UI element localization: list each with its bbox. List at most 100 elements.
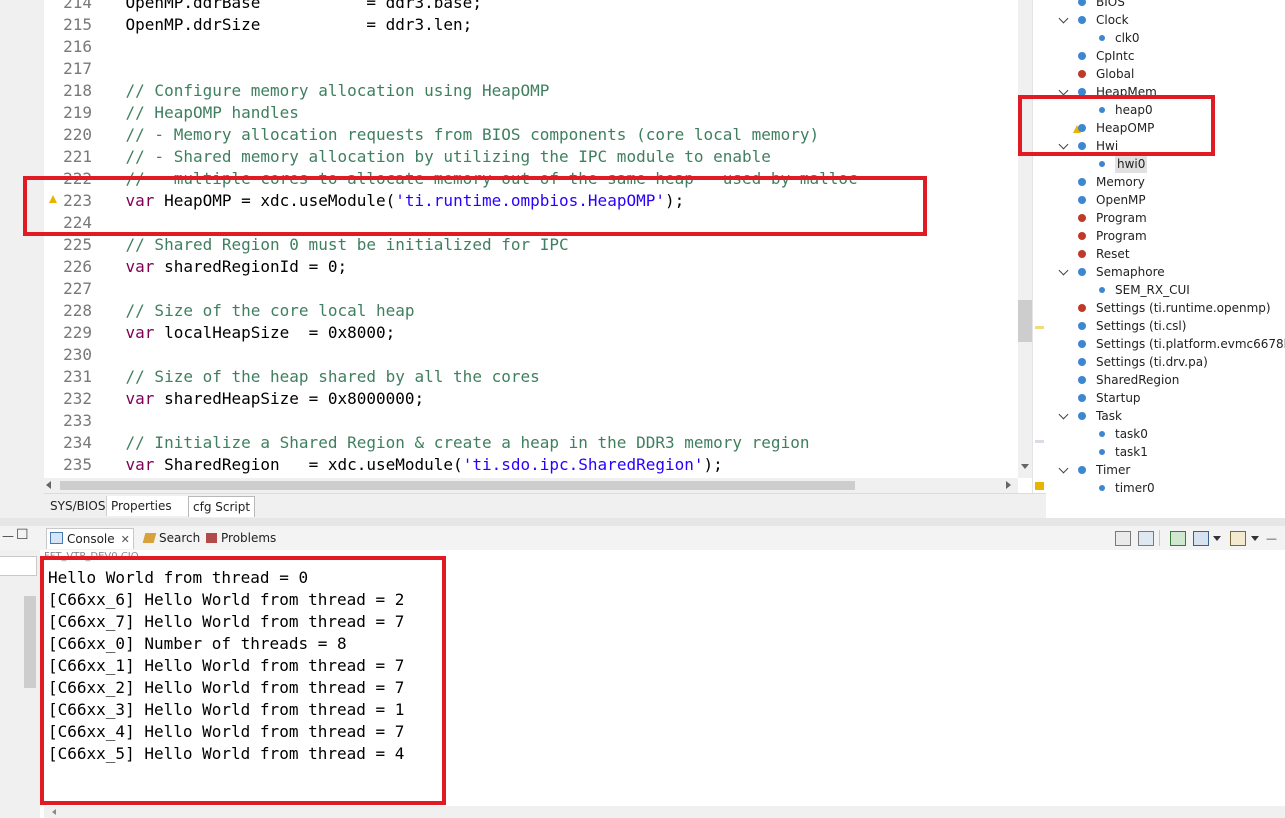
code-token: sharedHeapSize = 0x8000000; <box>154 389 425 408</box>
outline-item[interactable]: BIOS <box>1050 0 1285 11</box>
outline-item[interactable]: Task <box>1050 407 1285 425</box>
code-text: // Size of the heap shared by all the co… <box>87 366 540 388</box>
code-token: HeapOMP = xdc.useModule( <box>154 191 396 210</box>
panel-separator[interactable] <box>0 518 1285 526</box>
editor-vertical-scroll-thumb[interactable] <box>1018 300 1032 342</box>
tab-search[interactable]: Search <box>142 528 201 548</box>
outline-item[interactable]: Global <box>1050 65 1285 83</box>
warning-icon[interactable] <box>49 195 57 203</box>
outline-item[interactable]: CpIntc <box>1050 47 1285 65</box>
scroll-lock-icon[interactable] <box>1138 531 1154 546</box>
outline-item[interactable]: Semaphore <box>1050 263 1285 281</box>
outline-item-label: Task <box>1096 409 1122 423</box>
console-scroll-left-icon[interactable] <box>52 809 56 815</box>
outline-item[interactable]: Startup <box>1050 389 1285 407</box>
tab-properties[interactable]: Properties <box>106 496 193 516</box>
outline-item[interactable]: Hwi <box>1050 137 1285 155</box>
scroll-right-arrow-icon[interactable] <box>1006 481 1011 489</box>
display-console-icon[interactable] <box>1193 531 1209 546</box>
outline-item[interactable]: hwi0 <box>1050 155 1285 173</box>
outline-item[interactable]: HeapOMP <box>1050 119 1285 137</box>
outline-item-label: HeapMem <box>1096 85 1157 99</box>
tab-search-label: Search <box>159 531 201 545</box>
editor-horizontal-scroll-thumb[interactable] <box>60 481 855 490</box>
chevron-down-icon[interactable] <box>1058 13 1069 24</box>
open-console-icon[interactable] <box>1230 531 1246 546</box>
console-line: [C66xx_2] Hello World from thread = 7 <box>48 678 405 697</box>
outline-item[interactable]: Settings (ti.platform.evmc6678l) <box>1050 335 1285 353</box>
tab-cfg-script[interactable]: cfg Script <box>188 496 256 517</box>
maximize-button[interactable]: ☐ <box>16 527 29 543</box>
code-text: var HeapOMP = xdc.useModule('ti.runtime.… <box>87 190 685 212</box>
tab-console[interactable]: Console ✕ <box>46 528 134 549</box>
left-panel-field[interactable] <box>0 556 37 576</box>
line-number: 233 <box>63 411 92 430</box>
editor-vertical-scrollbar[interactable] <box>1018 0 1032 478</box>
display-console-dropdown-icon[interactable] <box>1213 536 1221 541</box>
line-number: 224 <box>63 213 92 232</box>
module-icon <box>1078 466 1086 474</box>
outline-item[interactable]: heap0 <box>1050 101 1285 119</box>
outline-item-label: OpenMP <box>1096 193 1146 207</box>
console-horizontal-scrollbar[interactable] <box>44 806 1285 818</box>
outline-item[interactable]: task0 <box>1050 425 1285 443</box>
code-text: // multiple cores to allocate memory out… <box>87 168 858 190</box>
chevron-down-icon[interactable] <box>1058 409 1069 420</box>
close-icon[interactable]: ✕ <box>121 533 130 546</box>
outline-item[interactable]: SharedRegion <box>1050 371 1285 389</box>
outline-item[interactable]: Memory <box>1050 173 1285 191</box>
outline-item[interactable]: Settings (ti.drv.pa) <box>1050 353 1285 371</box>
module-icon <box>1078 376 1086 384</box>
code-editor[interactable]: 214 OpenMP.ddrBase = ddr3.base; 215 OpenM… <box>44 0 1018 478</box>
outline-item[interactable]: HeapMem <box>1050 83 1285 101</box>
code-token: SharedRegion = xdc.useModule( <box>154 455 463 474</box>
code-token: // Size of the heap shared by all the co… <box>87 367 540 386</box>
outline-item[interactable]: Clock <box>1050 11 1285 29</box>
chevron-down-icon[interactable] <box>1058 463 1069 474</box>
code-token: var <box>125 257 155 276</box>
minimize-button[interactable]: — <box>2 529 14 543</box>
scroll-left-arrow-icon[interactable] <box>46 481 51 489</box>
outline-item-label: task1 <box>1115 445 1148 459</box>
chevron-down-icon[interactable] <box>1058 85 1069 96</box>
instance-icon <box>1099 161 1105 167</box>
console-line: [C66xx_5] Hello World from thread = 4 <box>48 744 405 763</box>
outline-item-label: Settings (ti.drv.pa) <box>1096 355 1208 369</box>
open-console-dropdown-icon[interactable] <box>1251 536 1259 541</box>
outline-item[interactable]: Reset <box>1050 245 1285 263</box>
code-token: // Shared Region 0 must be initialized f… <box>87 235 569 254</box>
outline-item-label: Clock <box>1096 13 1129 27</box>
pin-console-icon[interactable] <box>1170 531 1186 546</box>
console-line: [C66xx_1] Hello World from thread = 7 <box>48 656 405 675</box>
outline-item[interactable]: Program <box>1050 209 1285 227</box>
ruler-mark[interactable] <box>1035 440 1044 443</box>
tab-problems[interactable]: Problems <box>206 528 276 548</box>
instance-icon <box>1099 449 1105 455</box>
outline-item[interactable]: task1 <box>1050 443 1285 461</box>
code-token: ); <box>703 455 723 474</box>
clear-console-icon[interactable] <box>1115 531 1131 546</box>
left-panel-scroll-thumb[interactable] <box>24 596 36 688</box>
outline-item[interactable]: clk0 <box>1050 29 1285 47</box>
scroll-down-arrow-icon[interactable] <box>1021 464 1029 469</box>
view-minimize-button[interactable]: — <box>1266 532 1277 545</box>
ruler-warning-summary[interactable] <box>1035 482 1044 490</box>
module-icon <box>1078 322 1086 330</box>
chevron-down-icon[interactable] <box>1058 139 1069 150</box>
chevron-down-icon[interactable] <box>1058 265 1069 276</box>
module-error-icon <box>1078 304 1086 312</box>
outline-item[interactable]: Program <box>1050 227 1285 245</box>
outline-item[interactable]: OpenMP <box>1050 191 1285 209</box>
tab-sysbios[interactable]: SYS/BIOS <box>46 496 109 516</box>
outline-item[interactable]: Settings (ti.csl) <box>1050 317 1285 335</box>
outline-item[interactable]: SEM_RX_CUI <box>1050 281 1285 299</box>
outline-item-label: heap0 <box>1115 103 1153 117</box>
ruler-warning-mark[interactable] <box>1035 326 1044 329</box>
outline-item[interactable]: timer0 <box>1050 479 1285 497</box>
overview-ruler[interactable] <box>1032 0 1047 495</box>
code-token: OpenMP.ddrSize = ddr3.len; <box>87 15 473 34</box>
outline-item[interactable]: Timer <box>1050 461 1285 479</box>
outline-item[interactable]: Settings (ti.runtime.openmp) <box>1050 299 1285 317</box>
